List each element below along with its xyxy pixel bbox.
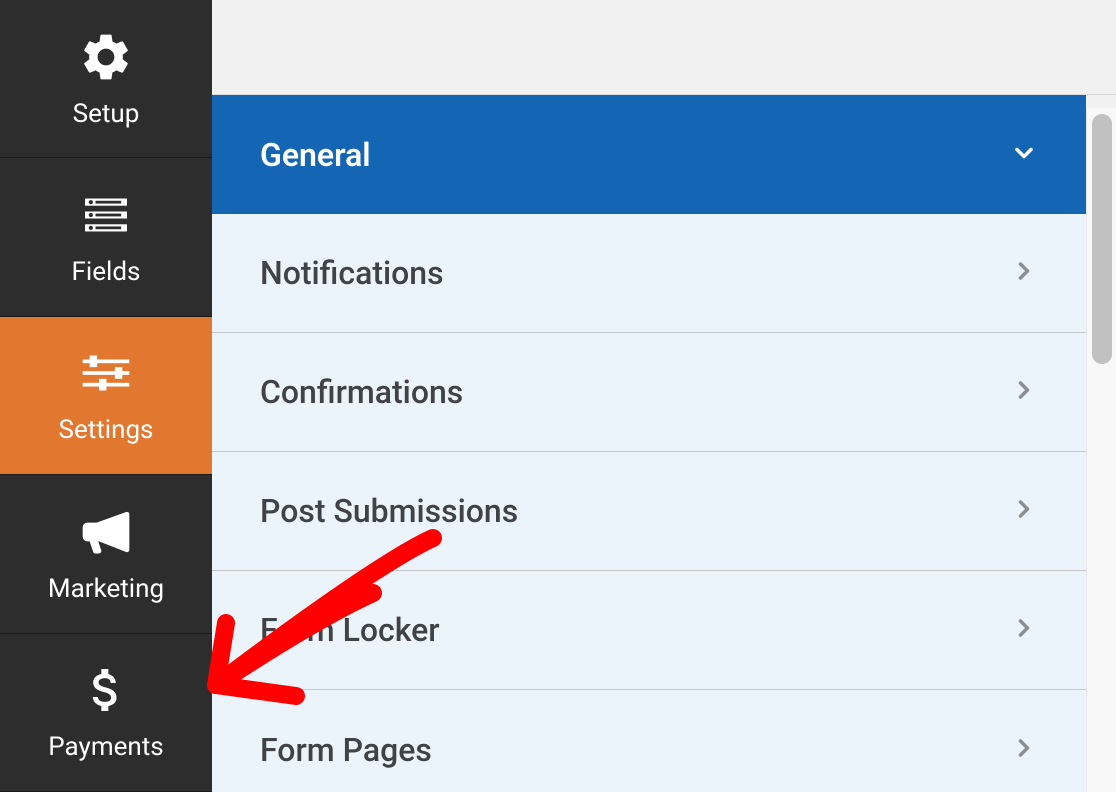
gear-icon [78,29,134,85]
panel-row-label: Form Pages [260,731,432,769]
settings-row-general[interactable]: General [212,95,1086,214]
settings-row-notifications[interactable]: Notifications [212,214,1086,333]
settings-panel-scroll: General Notifications Confirmations [212,95,1086,792]
sidebar-item-setup[interactable]: Setup [0,0,212,158]
panel-row-label: Post Submissions [260,492,518,530]
sidebar-item-fields[interactable]: Fields [0,158,212,316]
bullhorn-icon [78,504,134,560]
settings-row-form-pages[interactable]: Form Pages [212,690,1086,792]
sidebar-item-label: Fields [72,257,141,287]
settings-row-confirmations[interactable]: Confirmations [212,333,1086,452]
list-icon [78,187,134,243]
sidebar: Setup Fields Settings Marketing Payments [0,0,212,792]
panel-row-label: Confirmations [260,373,463,411]
dollar-icon [78,662,134,718]
chevron-down-icon [1010,139,1038,171]
scrollbar-thumb[interactable] [1092,114,1112,364]
settings-row-post-submissions[interactable]: Post Submissions [212,452,1086,571]
panel-row-label: General [260,136,371,174]
sidebar-item-marketing[interactable]: Marketing [0,475,212,633]
chevron-right-icon [1010,257,1038,289]
sliders-icon [78,345,134,401]
settings-panel: General Notifications Confirmations [212,95,1086,792]
panel-row-label: Form Locker [260,611,440,649]
main-content: General Notifications Confirmations [212,0,1116,792]
chevron-right-icon [1010,495,1038,527]
sidebar-item-label: Settings [59,415,154,445]
panel-row-label: Notifications [260,254,444,292]
scrollbar-track[interactable] [1086,108,1116,792]
settings-row-form-locker[interactable]: Form Locker [212,571,1086,690]
chevron-right-icon [1010,734,1038,766]
chevron-right-icon [1010,376,1038,408]
sidebar-item-settings[interactable]: Settings [0,317,212,475]
sidebar-item-payments[interactable]: Payments [0,634,212,792]
sidebar-item-label: Marketing [48,574,164,604]
chevron-right-icon [1010,614,1038,646]
sidebar-item-label: Setup [73,99,140,129]
sidebar-item-label: Payments [48,732,163,762]
top-bar [212,0,1116,95]
